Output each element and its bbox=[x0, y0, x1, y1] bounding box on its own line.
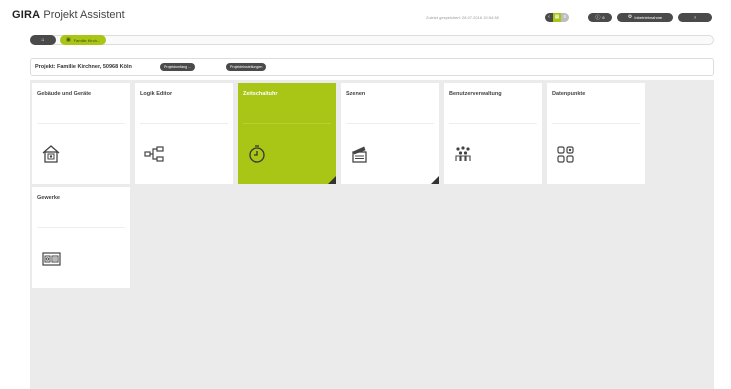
logic-icon bbox=[144, 146, 164, 162]
tile-label: Szenen bbox=[346, 91, 366, 97]
product-name: Projekt Assistent bbox=[43, 9, 125, 21]
tile-label: Gewerke bbox=[37, 195, 60, 201]
info-count: 6 bbox=[602, 14, 605, 20]
help-group: ? bbox=[678, 12, 712, 22]
tile-trades[interactable]: Gewerke bbox=[32, 187, 130, 288]
breadcrumb[interactable]: ▣ Familie Kirch... bbox=[60, 35, 107, 45]
help-label: ? bbox=[693, 14, 697, 20]
project-settings-label: Projekteinstellungen bbox=[230, 65, 263, 69]
info-group: ⓘ 6 bbox=[588, 12, 612, 22]
tile-label: Zeitschaltuhr bbox=[243, 91, 278, 97]
last-saved-text: Zuletzt gespeichert: 28.07.2016 15:54:38 bbox=[426, 15, 499, 20]
tile-logic-editor[interactable]: Logik Editor bbox=[135, 83, 233, 184]
top-bar: GIRA Projekt Assistent Zuletzt gespeiche… bbox=[0, 0, 731, 30]
tile-corner-marker bbox=[328, 176, 336, 184]
datapoints-icon bbox=[557, 146, 574, 163]
project-header bbox=[30, 58, 714, 76]
building-icon bbox=[42, 145, 60, 163]
commissioning-label: Inbetriebnahme bbox=[634, 14, 663, 20]
trades-icon bbox=[42, 252, 61, 266]
home-icon: ⌂ bbox=[41, 37, 45, 43]
help-button[interactable]: ? bbox=[678, 12, 712, 22]
tile-building-devices[interactable]: Gebäude und Geräte bbox=[32, 83, 130, 184]
tile-corner-marker bbox=[431, 176, 439, 184]
project-title: Projekt: Familie Kirchner, 50968 Köln bbox=[35, 64, 132, 70]
tile-user-management[interactable]: Benutzerverwaltung bbox=[444, 83, 542, 184]
tile-label: Datenpunkte bbox=[552, 91, 586, 97]
tile-area: Gebäude und Geräte Logik Editor Zeitscha… bbox=[30, 80, 714, 389]
project-icon: ▣ bbox=[66, 37, 71, 43]
project-settings-button[interactable]: Projekteinstellungen bbox=[226, 63, 267, 71]
commissioning-button[interactable]: ⚙ Inbetriebnahme bbox=[617, 12, 673, 22]
info-icon: ⓘ bbox=[595, 14, 601, 21]
list-icon[interactable]: ≡ bbox=[561, 12, 569, 22]
tile-label: Gebäude und Geräte bbox=[37, 91, 92, 97]
commissioning-group: ⚙ Inbetriebnahme bbox=[617, 12, 673, 22]
home-button[interactable]: ⌂ bbox=[30, 35, 56, 45]
tile-data-points[interactable]: Datenpunkte bbox=[547, 83, 645, 184]
project-scope-button[interactable]: Projektumfang ... bbox=[160, 63, 196, 71]
info-button[interactable]: ⓘ 6 bbox=[588, 12, 612, 22]
app-title: GIRA Projekt Assistent bbox=[12, 9, 125, 21]
view-toggle[interactable]: ‹ ▦ ≡ bbox=[545, 12, 569, 22]
commissioning-icon: ⚙ bbox=[627, 14, 633, 20]
back-icon[interactable]: ‹ bbox=[545, 12, 553, 22]
users-icon bbox=[455, 146, 471, 161]
tile-timer[interactable]: Zeitschaltuhr bbox=[238, 83, 336, 184]
grid-icon[interactable]: ▦ bbox=[553, 12, 561, 22]
breadcrumb-label: Familie Kirch... bbox=[73, 37, 101, 43]
project-scope-label: Projektumfang ... bbox=[164, 65, 192, 69]
tile-label: Logik Editor bbox=[140, 91, 173, 97]
timer-icon bbox=[249, 145, 265, 163]
tile-label: Benutzerverwaltung bbox=[449, 91, 502, 97]
scene-icon bbox=[352, 146, 367, 163]
navigation-bar bbox=[30, 35, 714, 45]
brand-logo: GIRA bbox=[12, 9, 41, 21]
tile-scenes[interactable]: Szenen bbox=[341, 83, 439, 184]
view-toggle-group: ‹ ▦ ≡ bbox=[545, 12, 569, 22]
